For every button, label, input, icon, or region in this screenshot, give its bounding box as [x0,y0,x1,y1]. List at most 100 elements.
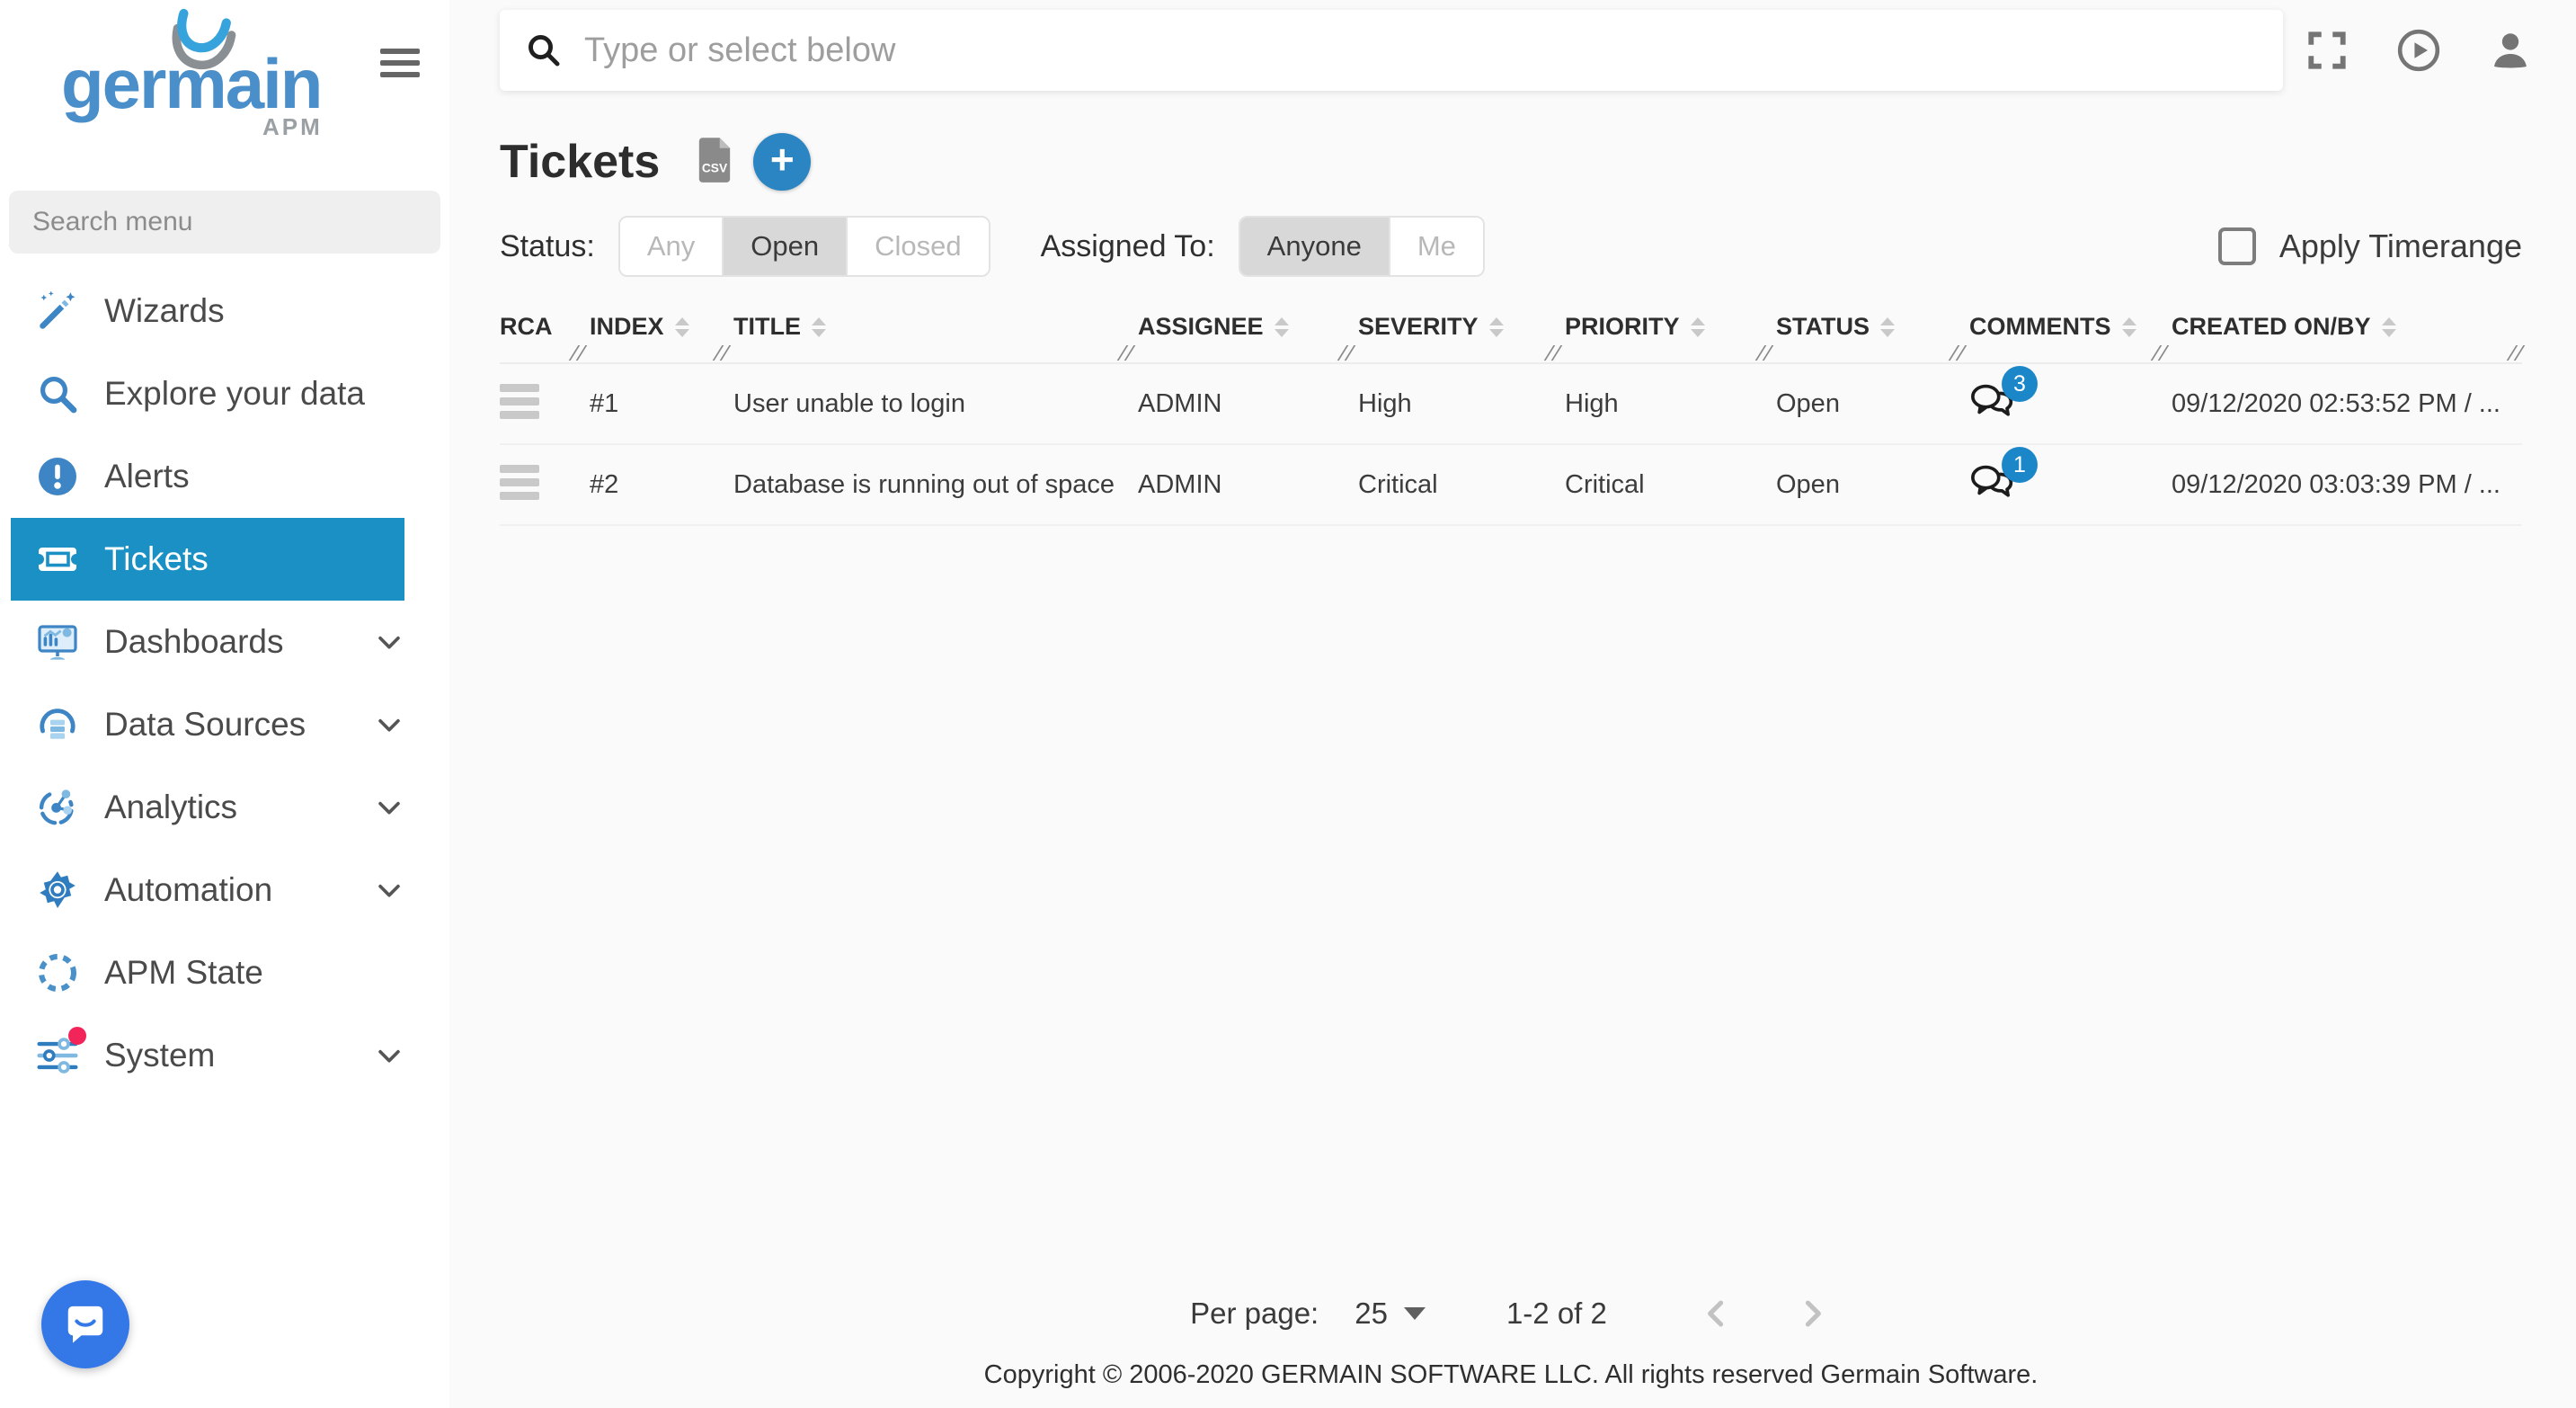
play-circle-icon[interactable] [2396,28,2441,73]
logo: germain APM [0,0,449,191]
column-resize-handle[interactable] [1117,345,1136,361]
sidebar: germain APM Wizards Explore your dataAler… [0,0,449,1408]
column-resize-handle[interactable] [1755,345,1774,361]
column-header-index[interactable]: INDEX [590,313,733,341]
sidebar-item-dashboards[interactable]: Dashboards [11,601,404,683]
status-filter-group: AnyOpenClosed [618,216,990,277]
sidebar-search-input[interactable] [9,207,440,237]
column-header-title[interactable]: TITLE [733,313,1138,341]
chevron-down-icon [374,875,404,905]
column-header-comments[interactable]: COMMENTS [1969,313,2172,341]
table-row[interactable]: #2Database is running out of spaceADMINC… [500,445,2522,526]
sidebar-item-system[interactable]: System [11,1014,404,1097]
sidebar-search [9,191,440,254]
sidebar-item-label: APM State [104,954,263,992]
column-header-priority[interactable]: PRIORITY [1565,313,1776,341]
sidebar-item-tickets[interactable]: Tickets [11,518,404,601]
filter-option-open[interactable]: Open [722,218,846,275]
sidebar-item-analytics[interactable]: Analytics [11,766,404,849]
sidebar-item-label: System [104,1037,215,1074]
comments-count-badge: 1 [2002,447,2038,483]
table-row[interactable]: #1User unable to loginADMINHighHighOpen3… [500,364,2522,445]
status-filter-label: Status: [500,229,595,264]
cell-priority: Critical [1565,470,1776,500]
chevron-down-icon [374,1040,404,1071]
sidebar-item-label: Wizards [104,292,225,330]
footer-copyright: Copyright © 2006-2020 GERMAIN SOFTWARE L… [500,1360,2522,1408]
assigned-filter-label: Assigned To: [1041,229,1215,264]
cell-created: 09/12/2020 02:53:52 PM / ... [2172,389,2522,419]
sidebar-item-alerts[interactable]: Alerts [11,435,404,518]
sidebar-item-wizards[interactable]: Wizards [11,270,404,352]
page-title: Tickets [500,135,660,189]
chevron-down-icon [374,709,404,740]
topbar [449,0,2576,101]
column-resize-handle[interactable] [2507,345,2526,361]
filter-option-anyone[interactable]: Anyone [1240,218,1389,275]
rca-handle-icon[interactable] [500,465,539,500]
column-resize-handle[interactable] [569,345,588,361]
notification-dot [68,1027,86,1045]
sidebar-item-explore-your-data[interactable]: Explore your data [11,352,404,435]
cell-title: Database is running out of space [733,470,1138,500]
data-sources-icon [36,703,79,746]
column-header-status[interactable]: STATUS [1776,313,1969,341]
cell-index: #2 [590,470,733,500]
sidebar-item-apm-state[interactable]: APM State [11,931,404,1014]
filter-option-any[interactable]: Any [620,218,722,275]
column-resize-handle[interactable] [1337,345,1356,361]
cell-status: Open [1776,470,1969,500]
column-label: SEVERITY [1358,313,1479,341]
column-resize-handle[interactable] [1544,345,1563,361]
chat-bubble-icon [60,1299,111,1350]
previous-page-button[interactable] [1697,1294,1737,1333]
assigned-filter-group: AnyoneMe [1239,216,1485,277]
next-page-button[interactable] [1792,1294,1832,1333]
sort-icon [1880,317,1895,337]
alert-icon [36,455,79,498]
column-header-severity[interactable]: SEVERITY [1358,313,1565,341]
table-header: RCAINDEXTITLEASSIGNEESEVERITYPRIORITYSTA… [500,313,2522,364]
chat-fab-button[interactable] [41,1280,129,1368]
logo-subtext: APM [262,113,323,141]
column-resize-handle[interactable] [2151,345,2170,361]
column-header-created-on-by[interactable]: CREATED ON/BY [2172,313,2522,341]
rca-cell [500,384,590,424]
add-ticket-button[interactable]: + [753,133,811,191]
sidebar-item-label: Tickets [104,540,209,578]
system-icon [36,1034,79,1077]
magnifier-icon [36,372,79,415]
cell-created: 09/12/2020 03:03:39 PM / ... [2172,470,2522,500]
filter-option-closed[interactable]: Closed [846,218,989,275]
hamburger-menu-icon[interactable] [380,49,420,84]
sort-icon [1489,317,1504,337]
column-header-assignee[interactable]: ASSIGNEE [1138,313,1358,341]
column-resize-handle[interactable] [713,345,732,361]
per-page-select[interactable]: 25 [1355,1297,1426,1331]
column-label: COMMENTS [1969,313,2111,341]
caret-down-icon [1404,1307,1426,1320]
export-csv-button[interactable]: CSV [696,138,733,186]
comments-icon[interactable]: 1 [1969,459,2016,503]
sidebar-item-label: Analytics [104,789,237,826]
sidebar-item-label: Dashboards [104,623,284,661]
fullscreen-icon[interactable] [2305,28,2349,73]
analytics-icon [36,786,79,829]
user-icon[interactable] [2488,28,2533,73]
column-label: ASSIGNEE [1138,313,1264,341]
column-resize-handle[interactable] [1949,345,1968,361]
filter-option-me[interactable]: Me [1389,218,1483,275]
topbar-actions [2305,28,2533,73]
global-search-input[interactable] [563,31,2283,70]
rca-handle-icon[interactable] [500,384,539,419]
sidebar-item-data-sources[interactable]: Data Sources [11,683,404,766]
column-label: PRIORITY [1565,313,1680,341]
filters-row: Status: AnyOpenClosed Assigned To: Anyon… [500,216,2522,277]
rca-cell [500,465,590,505]
sort-icon [2382,317,2396,337]
sort-icon [2122,317,2136,337]
apply-timerange-checkbox[interactable] [2218,227,2256,265]
sidebar-item-automation[interactable]: Automation [11,849,404,931]
sort-icon [675,317,689,337]
comments-icon[interactable]: 3 [1969,379,2016,422]
